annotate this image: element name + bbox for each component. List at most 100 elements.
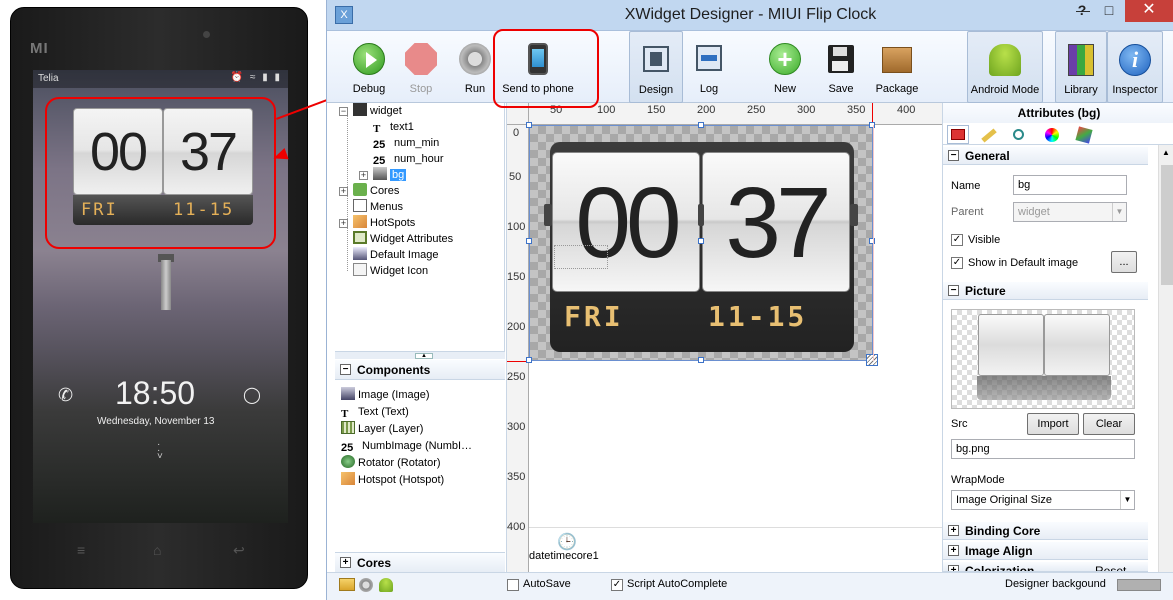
resize-handle[interactable] <box>698 357 704 363</box>
show-default-checkbox[interactable]: ✓ <box>951 257 963 269</box>
title-bar[interactable]: X XWidget Designer - MIUI Flip Clock ? —… <box>327 0 1173 31</box>
resize-handle[interactable] <box>526 357 532 363</box>
expand-icon[interactable]: + <box>948 565 959 571</box>
led-day-text[interactable]: FRI <box>564 300 624 333</box>
resize-handle[interactable] <box>869 122 875 128</box>
inspector-button[interactable]: i Inspector <box>1107 31 1163 103</box>
binding-core-section-header[interactable]: + Binding Core <box>943 522 1148 540</box>
text1-placeholder[interactable] <box>554 245 608 269</box>
log-button[interactable]: Log <box>683 31 735 103</box>
image-align-section-header[interactable]: + Image Align <box>943 542 1148 560</box>
resize-handle[interactable] <box>869 238 875 244</box>
tree-item-default-image[interactable]: Default Image <box>353 247 438 263</box>
tree-item-widget[interactable]: widget <box>353 103 402 119</box>
save-button[interactable]: Save <box>815 31 867 103</box>
phone-call-icon[interactable]: ✆ <box>58 385 73 406</box>
visible-checkbox[interactable]: ✓ <box>951 234 963 246</box>
cores-section-header[interactable]: + Cores <box>335 552 505 572</box>
splitter-up-arrow-icon[interactable]: ▲ <box>415 353 433 359</box>
script-autocomplete-checkbox[interactable]: ✓ <box>611 579 623 591</box>
tab-color[interactable] <box>1041 125 1063 144</box>
message-icon[interactable]: ◯ <box>243 385 261 405</box>
menu-key-icon[interactable]: ≡ <box>77 542 85 558</box>
design-canvas[interactable]: 50 100 150 200 250 300 350 400 0 50 100 … <box>506 103 943 572</box>
selected-bg-element[interactable]: 00 37 FRI 11-15 <box>526 122 878 366</box>
tree-collapse-toggle[interactable]: − <box>339 107 348 116</box>
reset-link[interactable]: Reset <box>1095 562 1126 571</box>
tab-layout[interactable] <box>1009 125 1031 144</box>
tree-item-bg[interactable]: bg <box>373 167 407 183</box>
tab-measure[interactable] <box>977 125 999 144</box>
scroll-up-icon[interactable]: ▲ <box>1162 148 1170 157</box>
debug-button[interactable]: Debug <box>341 31 397 103</box>
import-button[interactable]: Import <box>1027 413 1079 435</box>
design-button[interactable]: Design <box>629 31 683 103</box>
panel-splitter[interactable]: ▲ <box>335 351 505 359</box>
expand-icon[interactable]: + <box>948 525 959 536</box>
tree-item-widget-icon[interactable]: Widget Icon <box>353 263 428 279</box>
component-image[interactable]: Image (Image) <box>341 387 430 403</box>
tree-item-num-min[interactable]: 25 num_min <box>373 135 439 151</box>
collapse-icon[interactable]: − <box>948 150 959 161</box>
tab-properties[interactable] <box>947 125 969 144</box>
resize-handle[interactable] <box>526 122 532 128</box>
tree-item-text1[interactable]: Ttext1 <box>373 119 414 135</box>
clear-button[interactable]: Clear <box>1083 413 1135 435</box>
name-field[interactable]: bg <box>1013 175 1127 195</box>
package-button[interactable]: Package <box>867 31 927 103</box>
library-button[interactable]: Library <box>1055 31 1107 103</box>
led-date-text[interactable]: 11-15 <box>708 300 807 333</box>
new-button[interactable]: + New <box>757 31 813 103</box>
minimize-button[interactable]: — <box>1071 0 1095 22</box>
autosave-checkbox[interactable] <box>507 579 519 591</box>
picture-section-header[interactable]: − Picture <box>943 282 1148 300</box>
android-icon[interactable] <box>379 578 393 592</box>
clock-minute-card[interactable]: 37 <box>702 152 850 292</box>
wrapmode-select[interactable]: Image Original Size ▼ <box>951 490 1135 510</box>
dropdown-arrow-icon[interactable]: ▼ <box>1112 203 1126 221</box>
colorization-section-header[interactable]: + Colorization Reset <box>943 562 1148 572</box>
parent-select[interactable]: widget ▼ <box>1013 202 1127 222</box>
attributes-scrollbar[interactable]: ▲ <box>1158 145 1173 572</box>
close-button[interactable]: ✕ <box>1125 0 1173 22</box>
tree-expand-toggle[interactable]: + <box>339 219 348 228</box>
components-section-header[interactable]: − Components <box>335 360 505 380</box>
more-button[interactable]: ... <box>1111 251 1137 273</box>
general-section-header[interactable]: − General <box>943 147 1148 165</box>
tree-expand-toggle[interactable]: + <box>359 171 368 180</box>
component-layer[interactable]: Layer (Layer) <box>341 421 423 437</box>
expand-icon[interactable]: + <box>948 545 959 556</box>
android-mode-button[interactable]: Android Mode <box>967 31 1043 103</box>
component-numbimage[interactable]: 25 NumbImage (NumbI… <box>341 438 472 454</box>
maximize-button[interactable]: □ <box>1097 0 1121 22</box>
home-key-icon[interactable]: ⌂ <box>153 542 161 558</box>
component-text[interactable]: T Text (Text) <box>341 404 409 420</box>
resize-handle[interactable] <box>698 122 704 128</box>
collapse-icon[interactable]: − <box>948 285 959 296</box>
folder-icon[interactable] <box>339 578 355 591</box>
collapse-icon[interactable]: − <box>340 364 351 375</box>
clock-hour-card[interactable]: 00 <box>552 152 700 292</box>
tree-item-widget-attributes[interactable]: Widget Attributes <box>353 231 453 247</box>
component-rotator[interactable]: Rotator (Rotator) <box>341 455 441 471</box>
src-field[interactable]: bg.png <box>951 439 1135 459</box>
scrollbar-thumb[interactable] <box>1161 165 1173 285</box>
dropdown-arrow-icon[interactable]: ▼ <box>1120 491 1134 509</box>
tab-effects[interactable] <box>1073 125 1095 144</box>
resize-handle[interactable] <box>526 238 532 244</box>
tree-expand-toggle[interactable]: + <box>339 187 348 196</box>
resize-handle[interactable] <box>698 238 704 244</box>
back-key-icon[interactable]: ↩ <box>233 542 245 559</box>
gear-icon[interactable] <box>359 578 373 592</box>
stop-button[interactable]: Stop <box>395 31 447 103</box>
tree-item-cores[interactable]: Cores <box>353 183 399 199</box>
designer-background-swatch[interactable] <box>1117 579 1161 591</box>
resize-grip-icon[interactable] <box>866 354 878 366</box>
expand-icon[interactable]: + <box>340 557 351 568</box>
tree-item-hotspots[interactable]: HotSpots <box>353 215 415 231</box>
datetimecore-label[interactable]: datetimecore1 <box>529 550 599 562</box>
clock-icon[interactable]: 🕒 <box>557 532 577 552</box>
tree-item-menus[interactable]: Menus <box>353 199 403 215</box>
component-hotspot[interactable]: Hotspot (Hotspot) <box>341 472 444 488</box>
tree-item-num-hour[interactable]: 25 num_hour <box>373 151 444 167</box>
